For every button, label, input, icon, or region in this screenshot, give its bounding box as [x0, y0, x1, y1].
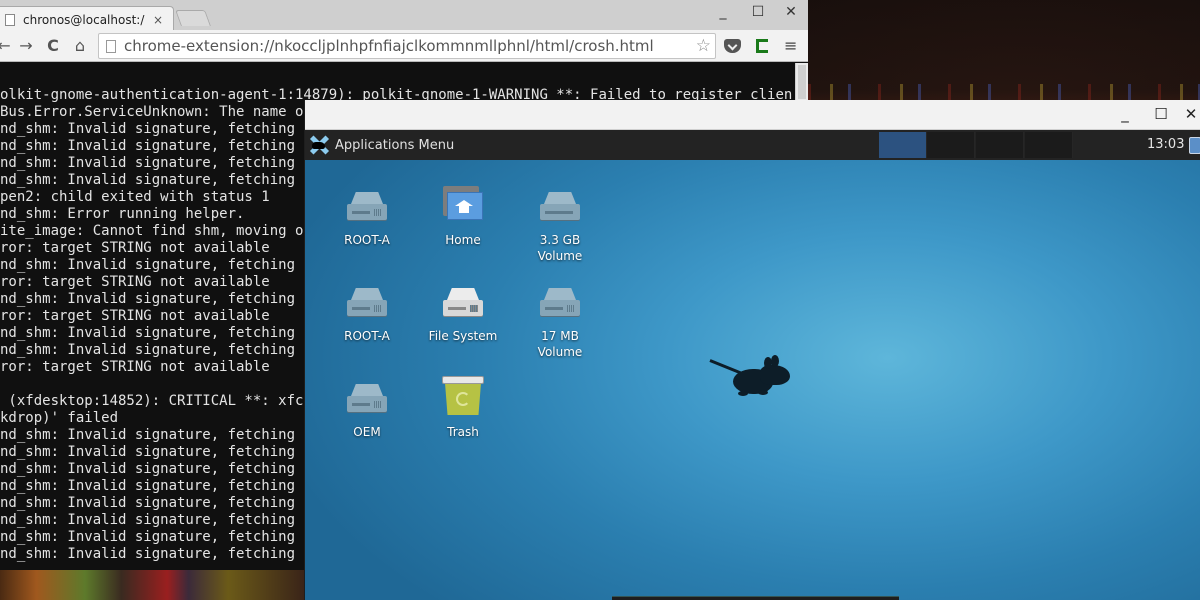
tab-title: chronos@localhost:/	[23, 12, 145, 27]
desktop-icon-oem[interactable]: OEM	[317, 374, 417, 440]
icon-label: OEM	[353, 425, 381, 439]
chrome-menu-icon[interactable]: ≡	[784, 36, 797, 55]
icon-label: 17 MB Volume	[537, 329, 583, 359]
xfce-window: _ ☐ ✕ Applications Menu 13:03 ROOT-A Hom…	[304, 100, 1200, 600]
forward-button[interactable]: →	[16, 36, 36, 55]
terminal-line: nd_shm: Invalid signature, fetching	[0, 529, 296, 545]
icon-label: Trash	[447, 425, 479, 439]
drive-icon	[540, 288, 580, 316]
reload-button[interactable]: C	[43, 36, 63, 55]
drive-icon	[347, 384, 387, 412]
terminal-line: kdrop)' failed	[0, 410, 119, 426]
bookmark-star-icon[interactable]: ☆	[696, 36, 711, 56]
icon-label: 3.3 GB Volume	[537, 233, 583, 263]
icon-label: ROOT-A	[344, 329, 390, 343]
maximize-button[interactable]: ☐	[748, 4, 768, 20]
desktop[interactable]: ROOT-A Home 3.3 GB Volume ROOT-A File Sys…	[305, 160, 1200, 600]
xfce-maximize-button[interactable]: ☐	[1151, 105, 1171, 123]
terminal-line: ror: target STRING not available	[0, 240, 270, 256]
crosh-icon[interactable]	[756, 39, 768, 53]
screen: chronos@localhost:/ × _ ☐ ✕ ← → C ⌂ chro…	[0, 0, 1200, 600]
xfce-mouse-logo	[709, 355, 794, 400]
home-folder-icon	[443, 186, 483, 220]
terminal-line: nd_shm: Invalid signature, fetching	[0, 325, 296, 341]
desktop-icon-17mb-volume[interactable]: 17 MB Volume	[510, 278, 610, 360]
terminal-line: ror: target STRING not available	[0, 308, 270, 324]
desktop-icon-root-a-2[interactable]: ROOT-A	[317, 278, 417, 344]
terminal-line: nd_shm: Invalid signature, fetching	[0, 427, 296, 443]
terminal-line: ror: target STRING not available	[0, 359, 270, 375]
terminal-line: nd_shm: Invalid signature, fetching	[0, 172, 296, 188]
terminal-line: nd_shm: Invalid signature, fetching	[0, 461, 296, 477]
terminal-line: nd_shm: Invalid signature, fetching	[0, 121, 296, 137]
desktop-icon-file-system[interactable]: File System	[413, 278, 513, 344]
terminal-line: nd_shm: Invalid signature, fetching	[0, 155, 296, 171]
terminal-line: nd_shm: Invalid signature, fetching	[0, 478, 296, 494]
desktop-icon-3-3gb-volume[interactable]: 3.3 GB Volume	[510, 182, 610, 264]
tab-crosh[interactable]: chronos@localhost:/ ×	[0, 6, 174, 32]
city-lights	[808, 84, 1200, 100]
pocket-icon[interactable]	[724, 39, 741, 53]
chrome-titlebar: chronos@localhost:/ × _ ☐ ✕	[0, 0, 808, 32]
drive-icon	[347, 192, 387, 220]
desktop-icon-root-a[interactable]: ROOT-A	[317, 182, 417, 248]
street-photo	[0, 570, 304, 600]
xfce-titlebar: _ ☐ ✕	[305, 100, 1200, 130]
trash-icon	[442, 376, 484, 416]
desktop-icon-trash[interactable]: Trash	[413, 374, 513, 440]
tab-close-icon[interactable]: ×	[153, 13, 163, 27]
terminal-line: nd_shm: Invalid signature, fetching	[0, 257, 296, 273]
page-icon	[5, 13, 15, 26]
url-text[interactable]: chrome-extension://nkoccljplnhpfnfiajclk…	[124, 37, 696, 55]
close-button[interactable]: ✕	[781, 4, 801, 20]
terminal-line: ror: target STRING not available	[0, 274, 270, 290]
terminal-line: nd_shm: Invalid signature, fetching	[0, 444, 296, 460]
page-icon	[106, 39, 116, 53]
terminal-line: nd_shm: Invalid signature, fetching	[0, 342, 296, 358]
terminal-line: nd_shm: Invalid signature, fetching	[0, 512, 296, 528]
home-button[interactable]: ⌂	[70, 36, 90, 55]
new-tab-button[interactable]	[175, 10, 211, 26]
xfce-minimize-button[interactable]: _	[1115, 105, 1135, 123]
drive-icon	[443, 288, 483, 316]
terminal-line: nd_shm: Invalid signature, fetching	[0, 495, 296, 511]
desktop-icon-home[interactable]: Home	[413, 182, 513, 248]
icon-label: Home	[445, 233, 481, 247]
applications-menu-button[interactable]: Applications Menu	[309, 130, 454, 160]
drive-icon	[347, 288, 387, 316]
terminal-line: nd_shm: Error running helper.	[0, 206, 245, 222]
workspace-2[interactable]	[927, 132, 975, 158]
terminal-line: Bus.Error.ServiceUnknown: The name o	[0, 104, 304, 120]
address-bar[interactable]: chrome-extension://nkoccljplnhpfnfiajclk…	[98, 33, 716, 59]
minimize-button[interactable]: _	[713, 4, 733, 20]
terminal-line: nd_shm: Invalid signature, fetching	[0, 546, 296, 562]
scrollbar-thumb[interactable]	[798, 65, 806, 99]
clock[interactable]: 13:03	[1147, 130, 1184, 160]
terminal-line: nd_shm: Invalid signature, fetching	[0, 138, 296, 154]
icon-label: ROOT-A	[344, 233, 390, 247]
bottom-dock[interactable]	[612, 596, 899, 600]
chrome-toolbar: ← → C ⌂ chrome-extension://nkoccljplnhpf…	[0, 30, 808, 62]
terminal-line: ite_image: Cannot find shm, moving o	[0, 223, 304, 239]
terminal-line: (xfdesktop:14852): CRITICAL **: xfc	[0, 393, 304, 409]
terminal-line: pen2: child exited with status 1	[0, 189, 270, 205]
drive-icon	[540, 192, 580, 220]
workspace-1[interactable]	[879, 132, 927, 158]
clipboard-tray-icon[interactable]	[1189, 137, 1200, 154]
xfce-logo-icon	[309, 135, 330, 155]
applications-menu-label: Applications Menu	[335, 137, 455, 153]
back-button[interactable]: ←	[0, 36, 14, 55]
xfce-panel: Applications Menu 13:03	[305, 130, 1200, 160]
workspace-3[interactable]	[976, 132, 1024, 158]
terminal-line: nd_shm: Invalid signature, fetching	[0, 291, 296, 307]
icon-label: File System	[428, 329, 498, 343]
workspace-4[interactable]	[1025, 132, 1073, 158]
xfce-close-button[interactable]: ✕	[1181, 105, 1200, 123]
